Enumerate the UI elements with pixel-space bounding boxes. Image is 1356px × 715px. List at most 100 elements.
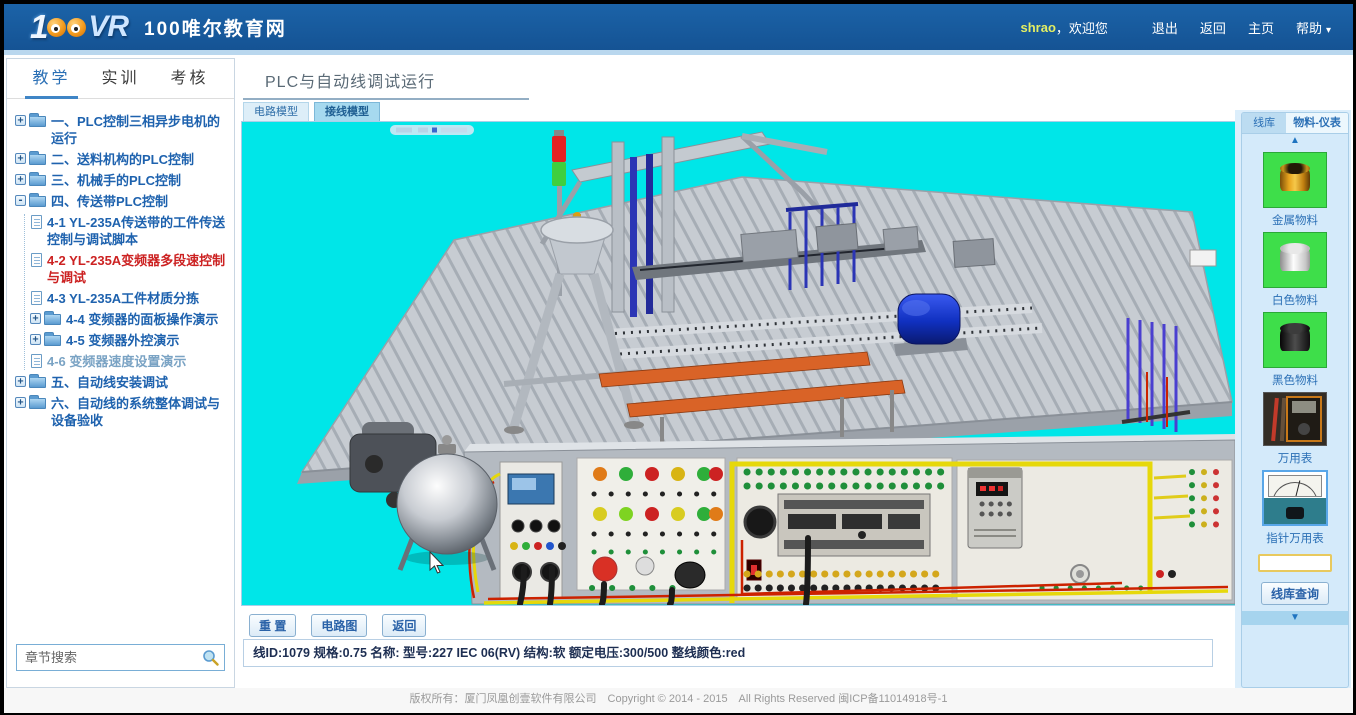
expand-plus-icon[interactable] [15,397,26,408]
tree-item-label[interactable]: 4-1 YL-235A传送带的工件传送控制与调试脚本 [47,214,232,248]
expand-plus-icon[interactable] [30,334,41,345]
tree-item-label[interactable]: 4-5 变频器外控演示 [66,332,232,349]
plc-panel [737,458,952,598]
chevron-down-icon: ▾ [1326,25,1331,36]
open-folder-icon [29,196,46,207]
document-icon [31,215,42,229]
expand-plus-icon[interactable] [15,115,26,126]
material-label: 黑色物料 [1242,372,1348,388]
nav-back[interactable]: 返回 [1200,18,1226,37]
folder-icon [44,335,61,346]
nav-help[interactable]: 帮助 ▾ [1296,18,1331,37]
folder-icon [29,377,46,388]
tree-item[interactable]: 一、PLC控制三相异步电机的运行 [15,113,232,147]
tree-item-label[interactable]: 六、自动线的系统整体调试与设备验收 [51,395,232,429]
wire-library-input[interactable] [1258,554,1332,572]
model-tabs: 电路模型 接线模型 [243,102,380,121]
top-header: 1 VR 100唯尔教育网 shrao ，欢迎您 退出 返回 主页 帮助▾ [4,4,1353,50]
tab-wiring-model[interactable]: 接线模型 [314,102,380,121]
return-button[interactable]: 返回 [382,614,426,637]
metal-material-icon[interactable] [1263,152,1327,208]
material-label: 金属物料 [1242,212,1348,228]
tree-item-label[interactable]: 4-6 变频器速度设置演示 [47,353,232,370]
material-item[interactable]: 万用表 [1242,392,1348,466]
wire-status-bar: 线ID:1079 规格:0.75 名称: 型号:227 IEC 06(RV) 结… [243,639,1213,667]
tree-item[interactable]: 三、机械手的PLC控制 [15,172,232,189]
tree-item-label[interactable]: 4-2 YL-235A变频器多段速控制与调试 [47,252,232,286]
tree-item-label[interactable]: 三、机械手的PLC控制 [51,172,232,189]
logo-text-1: 1 [30,8,46,46]
logo-eye-icon [47,18,66,37]
folder-icon [29,398,46,409]
tab-wire-library[interactable]: 线库 [1242,113,1286,133]
folder-icon [44,314,61,325]
expand-plus-icon[interactable] [30,313,41,324]
tree-item[interactable]: 五、自动线安装调试 [15,374,232,391]
app-window: 1 VR 100唯尔教育网 shrao ，欢迎您 退出 返回 主页 帮助▾ 教学… [4,4,1353,713]
tree-item[interactable]: 4-5 变频器外控演示 [30,332,232,349]
viewport-mini-toolbar[interactable] [390,125,474,135]
tree-item[interactable]: 4-3 YL-235A工件材质分拣 [30,290,232,307]
folder-icon [29,175,46,186]
header-divider [4,50,1353,55]
material-label: 指针万用表 [1242,530,1348,546]
material-item-selected[interactable]: 指针万用表 [1242,470,1348,546]
main-content: PLC与自动线调试运行 电路模型 接线模型 [237,58,1239,688]
tree-item-label[interactable]: 一、PLC控制三相异步电机的运行 [51,113,232,147]
nav-help-label: 帮助 [1296,21,1322,36]
header-nav: shrao ，欢迎您 退出 返回 主页 帮助▾ [1020,18,1331,37]
tab-teaching[interactable]: 教学 [17,59,86,98]
tree-children: 4-1 YL-235A传送带的工件传送控制与调试脚本 4-2 YL-235A变频… [24,214,232,370]
tab-assessment[interactable]: 考核 [155,59,224,98]
search-input[interactable] [16,644,225,671]
inverter-panel [957,460,1232,600]
3d-viewport[interactable] [241,121,1236,606]
material-label: 白色物料 [1242,292,1348,308]
nav-home[interactable]: 主页 [1248,18,1274,37]
expand-plus-icon[interactable] [15,376,26,387]
material-item[interactable]: 金属物料 [1242,152,1348,228]
logo-eye-icon [67,18,86,37]
page-title: PLC与自动线调试运行 [265,68,435,92]
tree-item[interactable]: 4-1 YL-235A传送带的工件传送控制与调试脚本 [30,214,232,248]
white-material-icon[interactable] [1263,232,1327,288]
nav-logout[interactable]: 退出 [1152,18,1178,37]
analog-multimeter-icon[interactable] [1262,470,1328,526]
reset-button[interactable]: 重 置 [249,614,296,637]
digital-multimeter-icon[interactable] [1263,392,1327,446]
expand-plus-icon[interactable] [15,153,26,164]
tree-item-label[interactable]: 4-4 变频器的面板操作演示 [66,311,232,328]
site-title: 100唯尔教育网 [144,14,287,41]
document-icon [31,354,42,368]
tree-item-label[interactable]: 五、自动线安装调试 [51,374,232,391]
blue-motor [894,294,968,356]
wire-library-query-button[interactable]: 线库查询 [1261,582,1329,605]
tree-item[interactable]: 4-4 变频器的面板操作演示 [30,311,232,328]
tree-item-label[interactable]: 二、送料机构的PLC控制 [51,151,232,168]
username: shrao [1020,20,1055,35]
sidebar-tabs: 教学 实训 考核 [7,59,234,99]
material-item[interactable]: 黑色物料 [1242,312,1348,388]
material-item[interactable]: 白色物料 [1242,232,1348,308]
3d-scene[interactable] [242,122,1235,605]
tree-item[interactable]: 二、送料机构的PLC控制 [15,151,232,168]
black-material-icon[interactable] [1263,312,1327,368]
collapse-minus-icon[interactable] [15,195,26,206]
scroll-up-icon[interactable]: ▲ [1242,134,1348,148]
tab-circuit-model[interactable]: 电路模型 [243,102,309,121]
materials-panel-tabs: 线库 物料-仪表 [1242,113,1348,134]
search-icon[interactable] [202,649,219,666]
tab-materials-instruments[interactable]: 物料-仪表 [1286,113,1348,133]
folder-icon [29,154,46,165]
expand-plus-icon[interactable] [15,174,26,185]
scroll-down-icon[interactable]: ▼ [1242,611,1348,625]
tree-item-selected[interactable]: 4-2 YL-235A变频器多段速控制与调试 [30,252,232,286]
tree-item-label[interactable]: 四、传送带PLC控制 [51,193,232,210]
circuit-diagram-button[interactable]: 电路图 [311,614,367,637]
tab-training[interactable]: 实训 [86,59,155,98]
tree-item[interactable]: 4-6 变频器速度设置演示 [30,353,232,370]
tree-item[interactable]: 六、自动线的系统整体调试与设备验收 [15,395,232,429]
tree-item[interactable]: 四、传送带PLC控制 [15,193,232,210]
tree-item-label[interactable]: 4-3 YL-235A工件材质分拣 [47,290,232,307]
site-logo[interactable]: 1 VR [30,8,128,46]
